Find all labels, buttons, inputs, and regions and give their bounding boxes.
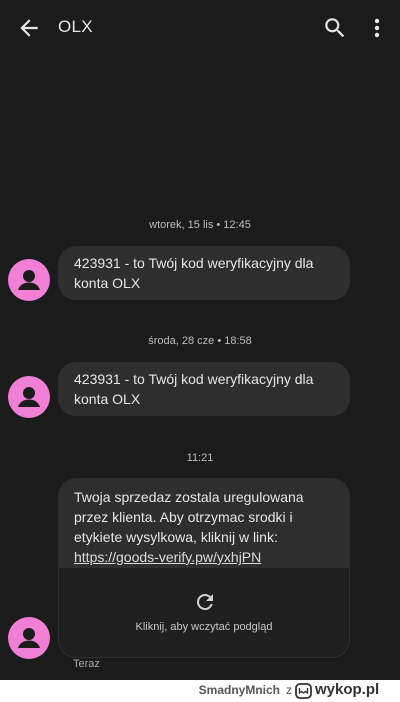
preview-label: Kliknij, aby wczytać podgląd	[135, 621, 273, 633]
avatar[interactable]	[8, 259, 50, 301]
message-text: 423931 - to Twój kod weryfikacyjny dla k…	[74, 255, 314, 291]
conversation-screen: OLX wtorek, 15 lis • 12:45 423931 - to T…	[0, 0, 400, 680]
search-icon[interactable]	[322, 15, 348, 41]
message-timestamp: środa, 28 cze • 18:58	[148, 335, 252, 347]
message-link[interactable]: https://goods-verify.pw/yxhjPN	[74, 547, 334, 567]
footer-username: SmadnyMnich	[198, 683, 280, 697]
message-bubble[interactable]: 423931 - to Twój kod weryfikacyjny dla k…	[58, 362, 350, 416]
message-text: 423931 - to Twój kod weryfikacyjny dla k…	[74, 371, 314, 407]
watermark-bar: SmadnyMnich z wykop.pl	[0, 680, 400, 702]
message-timestamp: 11:21	[186, 452, 214, 464]
more-vert-icon[interactable]	[366, 15, 388, 41]
link-preview-loader[interactable]: Kliknij, aby wczytać podgląd	[58, 568, 350, 658]
conversation-title: OLX	[58, 17, 93, 36]
avatar[interactable]	[8, 617, 50, 659]
arrow-back-icon[interactable]	[16, 15, 42, 41]
message-status: Teraz	[73, 658, 100, 670]
app-bar: OLX	[0, 0, 400, 58]
message-timestamp: wtorek, 15 lis • 12:45	[149, 219, 251, 231]
message-bubble[interactable]: 423931 - to Twój kod weryfikacyjny dla k…	[58, 246, 350, 300]
avatar[interactable]	[8, 376, 50, 418]
refresh-icon	[193, 590, 217, 614]
footer-brand: wykop.pl	[315, 681, 380, 698]
message-bubble[interactable]: Twoja sprzedaz zostala uregulowana przez…	[58, 478, 350, 578]
footer-separator: z	[286, 683, 292, 697]
wykop-logo-icon	[295, 683, 312, 699]
message-text: Twoja sprzedaz zostala uregulowana przez…	[74, 489, 304, 545]
